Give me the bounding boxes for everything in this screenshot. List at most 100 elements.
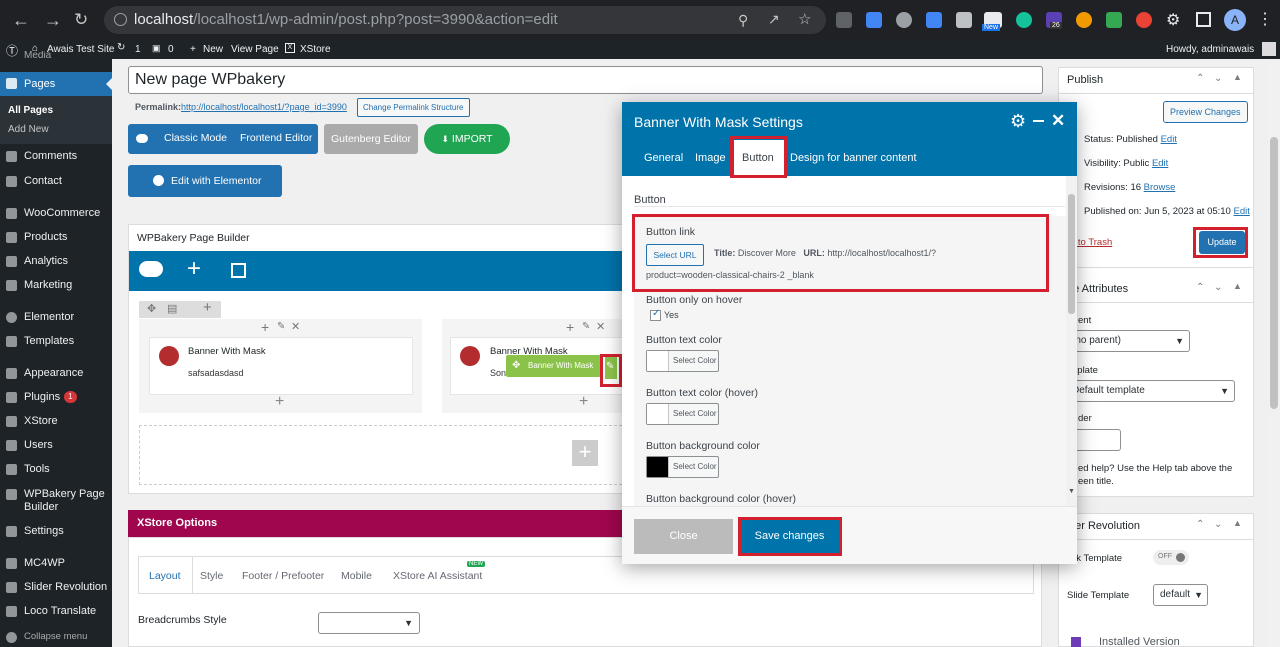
delete-icon[interactable]: ✕ [596, 320, 605, 333]
move-row-icon[interactable]: ✥ [147, 302, 156, 315]
wpbakery-logo-icon[interactable] [139, 261, 163, 277]
forward-icon[interactable]: → [44, 10, 62, 31]
sidebar-collapse-menu[interactable]: Collapse menu [0, 627, 112, 647]
sidebar-item-products[interactable]: Products [0, 227, 112, 247]
edit-date-link[interactable]: Edit [1233, 206, 1249, 217]
edit-with-elementor-button[interactable]: Edit with Elementor [128, 165, 282, 197]
hover-only-checkbox[interactable]: ✓ [650, 308, 661, 321]
bookmark-star-icon[interactable]: ☆ [798, 10, 811, 28]
add-icon[interactable]: + [261, 319, 269, 335]
move-down-icon[interactable]: ⌄ [1214, 73, 1222, 84]
preview-changes-button[interactable]: Preview Changes [1163, 101, 1248, 123]
extension-docs-icon[interactable] [866, 12, 882, 28]
zoom-icon[interactable]: ⚲ [738, 12, 748, 29]
sidebar-item-settings[interactable]: Settings [0, 521, 112, 541]
permalink-link[interactable]: http://localhost/localhost1/?page_id=399… [181, 102, 347, 112]
extension-translate-icon[interactable] [926, 12, 942, 28]
gutenberg-editor-button[interactable]: Gutenberg Editor [324, 124, 418, 154]
tab-style[interactable]: Style [200, 570, 223, 582]
extension-moon-icon[interactable] [1076, 12, 1092, 28]
slide-template-select[interactable]: default ▼ [1153, 584, 1208, 606]
sidebar-item-loco-translate[interactable]: Loco Translate [0, 601, 112, 621]
sidebar-item-wpbakery[interactable]: WPBakery Page Builder [0, 484, 112, 516]
delete-icon[interactable]: ✕ [291, 320, 300, 333]
add-row-icon[interactable]: + [572, 440, 598, 466]
breadcrumbs-style-select[interactable]: ▼ [318, 612, 420, 634]
tab-mobile[interactable]: Mobile [341, 570, 372, 582]
page-scrollbar[interactable] [1268, 59, 1280, 647]
parent-select[interactable]: (no parent) ▼ [1065, 330, 1190, 352]
move-down-icon[interactable]: ⌄ [1214, 282, 1222, 293]
extensions-puzzle-icon[interactable]: ⚙ [1166, 10, 1180, 30]
sidebar-item-templates[interactable]: Templates [0, 331, 112, 351]
bg-color-picker[interactable]: Select Color [646, 456, 719, 478]
howdy-user-link[interactable]: Howdy, adminawais [1166, 44, 1254, 55]
menu-dots-icon[interactable]: ⋮ [1257, 9, 1273, 29]
edit-pencil-icon[interactable]: ✎ [582, 321, 590, 332]
sidebar-item-xstore[interactable]: XStore [0, 411, 112, 431]
sidebar-item-marketing[interactable]: Marketing [0, 275, 112, 295]
sidepanel-icon[interactable] [1196, 12, 1211, 27]
add-column-icon[interactable]: + [203, 299, 212, 316]
back-icon[interactable]: ← [12, 10, 30, 31]
sidebar-item-elementor[interactable]: Elementor [0, 307, 112, 327]
empty-row-dropzone[interactable]: + [139, 425, 627, 485]
profile-avatar[interactable]: A [1224, 9, 1246, 31]
add-icon[interactable]: + [566, 319, 574, 335]
change-permalink-button[interactable]: Change Permalink Structure [357, 98, 470, 117]
sidebar-item-analytics[interactable]: Analytics [0, 251, 112, 271]
address-bar[interactable]: localhost/localhost1/wp-admin/post.php?p… [104, 6, 826, 34]
add-element-icon[interactable]: + [275, 393, 284, 411]
templates-icon[interactable] [231, 263, 246, 278]
scroll-down-icon[interactable]: ▼ [1068, 488, 1075, 495]
gear-icon[interactable]: ⚙ [1010, 111, 1026, 132]
blank-template-toggle[interactable]: OFF [1153, 550, 1189, 565]
edit-status-link[interactable]: Edit [1161, 134, 1177, 145]
sidebar-item-slider-revolution[interactable]: Slider Revolution [0, 577, 112, 597]
extension-counter-icon[interactable]: 26 [1046, 12, 1062, 29]
toggle-panel-icon[interactable]: ▲ [1233, 518, 1242, 528]
user-avatar[interactable] [1262, 42, 1276, 56]
frontend-editor-button[interactable]: Frontend Editor [240, 132, 312, 144]
move-up-icon[interactable]: ⌃ [1196, 519, 1204, 530]
sidebar-subitem-add-new[interactable]: Add New [0, 120, 112, 140]
row-layout-icon[interactable]: ▤ [167, 302, 177, 315]
add-element-icon[interactable]: + [579, 393, 588, 411]
post-title-input[interactable]: New page WPbakery [128, 66, 1043, 94]
modal-scrollbar[interactable]: ▼ [1066, 176, 1077, 506]
import-button[interactable]: ⬇ IMPORT [424, 124, 510, 154]
tab-xstore-ai-assistant[interactable]: XStore AI Assistant [393, 570, 482, 582]
sidebar-item-woocommerce[interactable]: WooCommerce [0, 203, 112, 223]
comments-icon[interactable]: ▣ [152, 43, 161, 54]
sidebar-item-mc4wp[interactable]: MC4WP [0, 553, 112, 573]
tab-image[interactable]: Image [695, 152, 726, 164]
text-color-picker[interactable]: Select Color [646, 350, 719, 372]
text-color-hover-picker[interactable]: Select Color [646, 403, 719, 425]
sidebar-item-contact[interactable]: Contact [0, 171, 112, 191]
extension-recycle-icon[interactable] [836, 12, 852, 28]
extension-colorful-icon[interactable] [1106, 12, 1122, 28]
move-down-icon[interactable]: ⌄ [1214, 519, 1222, 530]
extension-camera-icon[interactable] [956, 12, 972, 28]
sidebar-subitem-all-pages[interactable]: All Pages [0, 101, 112, 121]
xstore-link[interactable]: XStore [300, 44, 331, 55]
info-icon[interactable] [114, 13, 127, 26]
minimize-icon[interactable] [1033, 120, 1044, 122]
sidebar-item-media[interactable]: Media [0, 51, 112, 65]
modal-scrollbar-thumb[interactable] [1068, 194, 1075, 314]
edit-visibility-link[interactable]: Edit [1152, 158, 1168, 169]
template-select[interactable]: Default template ▼ [1065, 380, 1235, 402]
tab-layout[interactable]: Layout [149, 570, 181, 582]
tab-footer-prefooter[interactable]: Footer / Prefooter [242, 570, 324, 582]
reload-icon[interactable]: ↻ [74, 10, 88, 30]
browse-revisions-link[interactable]: Browse [1144, 182, 1176, 193]
updates-icon[interactable]: ↻ [117, 42, 125, 53]
extension-new-icon[interactable]: New [982, 12, 1002, 31]
move-up-icon[interactable]: ⌃ [1196, 282, 1204, 293]
toggle-panel-icon[interactable]: ▲ [1233, 72, 1242, 82]
sidebar-item-appearance[interactable]: Appearance [0, 363, 112, 383]
view-page-link[interactable]: View Page [231, 44, 279, 55]
banner-element-1[interactable]: Banner With Mask safsadasdasd [149, 337, 413, 395]
tab-design-banner-content[interactable]: Design for banner content [790, 152, 917, 164]
share-icon[interactable]: ↗ [768, 11, 780, 28]
